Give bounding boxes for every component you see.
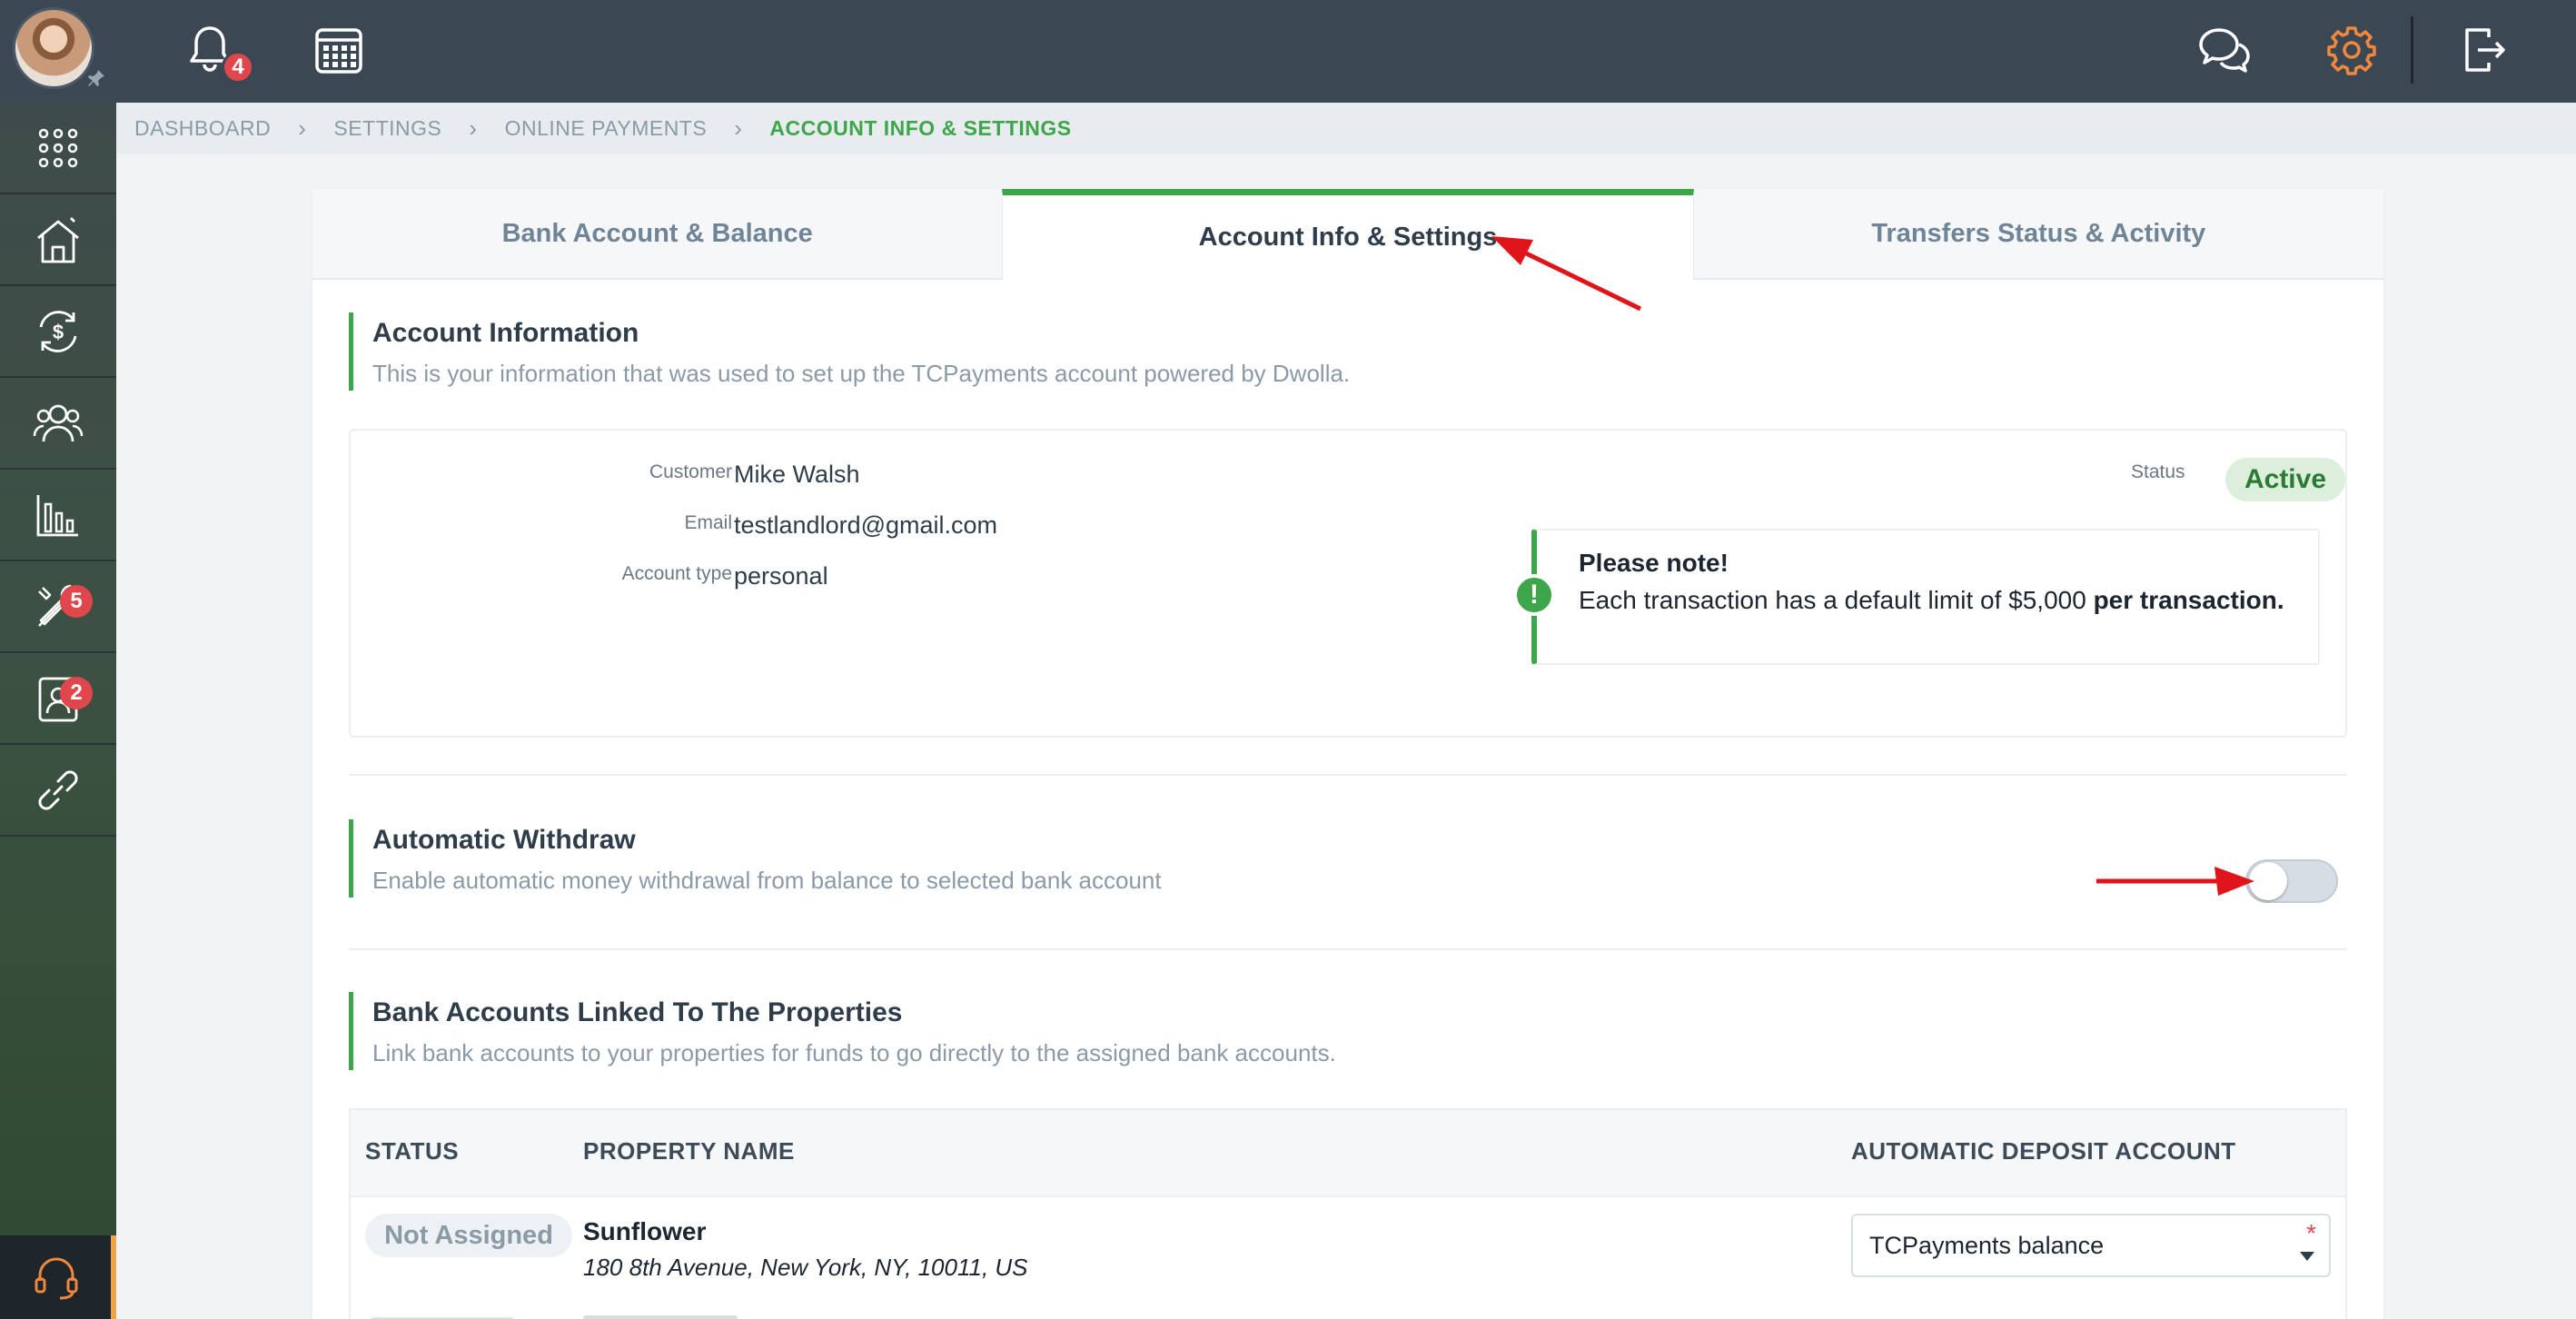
avatar-area <box>0 0 116 103</box>
support-button[interactable] <box>0 1235 113 1319</box>
sidebar-item-tenants[interactable] <box>0 378 116 470</box>
account-info-section: Account Information This is your informa… <box>349 312 1350 391</box>
breadcrumb: DASHBOARD › SETTINGS › ONLINE PAYMENTS ›… <box>116 103 2576 154</box>
email-label-cell: Email <box>351 505 732 541</box>
reports-icon <box>36 494 78 536</box>
sidebar-item-apps[interactable] <box>0 103 116 194</box>
breadcrumb-online-payments[interactable]: ONLINE PAYMENTS <box>505 116 708 141</box>
chevron-right-icon: › <box>298 114 307 142</box>
next-row-property-name <box>583 1312 765 1319</box>
tab-transfers[interactable]: Transfers Status & Activity <box>1694 189 2383 278</box>
status-label: Status <box>2131 461 2185 482</box>
top-bar: 4 <box>0 0 2576 103</box>
properties-icon <box>37 216 79 263</box>
column-status: STATUS <box>365 1137 460 1165</box>
notifications-button[interactable]: 4 <box>180 20 254 84</box>
payments-icon: $ <box>39 310 77 352</box>
sidebar-item-payments[interactable]: $ <box>0 286 116 378</box>
column-deposit-account: AUTOMATIC DEPOSIT ACCOUNT <box>1851 1137 2236 1165</box>
required-mark: * <box>2306 1219 2316 1247</box>
caret-down-icon <box>2300 1252 2314 1261</box>
sidebar-item-properties[interactable] <box>0 194 116 286</box>
note-body-text: Each transaction has a default limit of … <box>1579 586 2094 614</box>
support-accent <box>111 1235 116 1319</box>
breadcrumb-current: ACCOUNT INFO & SETTINGS <box>769 115 1072 140</box>
email-label: Email <box>684 512 732 533</box>
note-body-bold: per transaction. <box>2093 586 2284 614</box>
linked-accounts-table: STATUS PROPERTY NAME AUTOMATIC DEPOSIT A… <box>349 1108 2347 1319</box>
column-property-name: PROPERTY NAME <box>583 1137 795 1165</box>
annotation-arrow <box>1491 236 1642 312</box>
customer-value-cell: Mike Walsh <box>734 456 860 492</box>
customer-value: Mike Walsh <box>734 460 860 488</box>
email-value-cell: testlandlord@gmail.com <box>734 507 997 543</box>
link-icon <box>38 769 78 810</box>
row-property-name: Sunflower <box>583 1217 707 1245</box>
customer-label: Customer <box>649 461 732 482</box>
section-divider <box>349 774 2347 776</box>
sidebar-item-maintenance[interactable]: 5 <box>0 561 116 653</box>
deposit-account-value: TCPayments balance <box>1869 1232 2105 1259</box>
sidebar-item-reports[interactable] <box>0 470 116 561</box>
row-property-address: 180 8th Avenue, New York, NY, 10011, US <box>583 1254 1028 1281</box>
account-info-title: Account Information <box>372 318 639 348</box>
notifications-badge: 4 <box>222 51 254 84</box>
sidebar: $ 5 2 <box>0 103 116 1319</box>
calendar-button[interactable] <box>309 20 369 80</box>
note-title: Please note! <box>1579 549 1729 577</box>
chat-icon <box>2199 28 2250 73</box>
status-badge: Active <box>2225 458 2345 501</box>
svg-text:$: $ <box>53 321 64 343</box>
account-type-label: Account type <box>621 563 732 584</box>
auto-withdraw-section: Automatic Withdraw Enable automatic mone… <box>349 819 1162 898</box>
pin-icon[interactable] <box>85 67 107 89</box>
chevron-right-icon: › <box>734 114 743 142</box>
main-card: Bank Account & Balance Account Info & Se… <box>312 189 2383 1319</box>
sidebar-item-links[interactable] <box>0 745 116 837</box>
auto-withdraw-toggle[interactable] <box>2245 859 2338 903</box>
gear-icon <box>2327 26 2376 75</box>
settings-button[interactable] <box>2322 20 2382 80</box>
auto-withdraw-description: Enable automatic money withdrawal from b… <box>372 867 1162 894</box>
table-header: STATUS PROPERTY NAME AUTOMATIC DEPOSIT A… <box>351 1110 2345 1197</box>
deposit-account-select[interactable]: TCPayments balance * <box>1851 1214 2331 1277</box>
chevron-right-icon: › <box>469 114 478 142</box>
linked-accounts-description: Link bank accounts to your properties fo… <box>372 1039 1336 1066</box>
linked-accounts-title: Bank Accounts Linked To The Properties <box>372 997 903 1027</box>
auto-withdraw-title: Automatic Withdraw <box>372 825 636 855</box>
section-divider <box>349 948 2347 950</box>
logout-icon <box>2465 28 2505 72</box>
breadcrumb-dashboard[interactable]: DASHBOARD <box>134 116 271 141</box>
tab-bank-account[interactable]: Bank Account & Balance <box>312 189 1002 278</box>
limit-note: ! Please note! Each transaction has a de… <box>1513 529 2320 665</box>
account-type-value-cell: personal <box>734 558 828 594</box>
tab-bar: Bank Account & Balance Account Info & Se… <box>312 189 2383 280</box>
topbar-divider <box>2411 16 2413 84</box>
row-status-badge: Not Assigned <box>365 1214 572 1257</box>
sidebar-item-applications[interactable]: 2 <box>0 653 116 745</box>
apps-grid-icon <box>38 128 78 167</box>
customer-label-cell: Customer <box>351 454 732 491</box>
calendar-icon <box>315 28 362 74</box>
email-value: testlandlord@gmail.com <box>734 511 998 539</box>
account-info-box: Customer Mike Walsh Email testlandlord@g… <box>349 429 2347 738</box>
account-info-description: This is your information that was used t… <box>372 360 1351 387</box>
breadcrumb-settings[interactable]: SETTINGS <box>333 116 441 141</box>
messages-button[interactable] <box>2195 20 2254 80</box>
account-type-value: personal <box>734 561 828 590</box>
applications-badge: 2 <box>60 677 93 709</box>
note-body: Each transaction has a default limit of … <box>1579 583 2296 618</box>
linked-accounts-section: Bank Accounts Linked To The Properties L… <box>349 992 1336 1070</box>
logout-button[interactable] <box>2454 20 2514 80</box>
annotation-arrow <box>2096 867 2254 896</box>
exclamation-icon: ! <box>1513 574 1555 616</box>
tenants-icon <box>33 404 84 441</box>
headset-icon <box>35 1257 78 1300</box>
maintenance-badge: 5 <box>60 585 93 618</box>
account-type-label-cell: Account type <box>351 556 732 592</box>
avatar[interactable] <box>13 7 94 89</box>
